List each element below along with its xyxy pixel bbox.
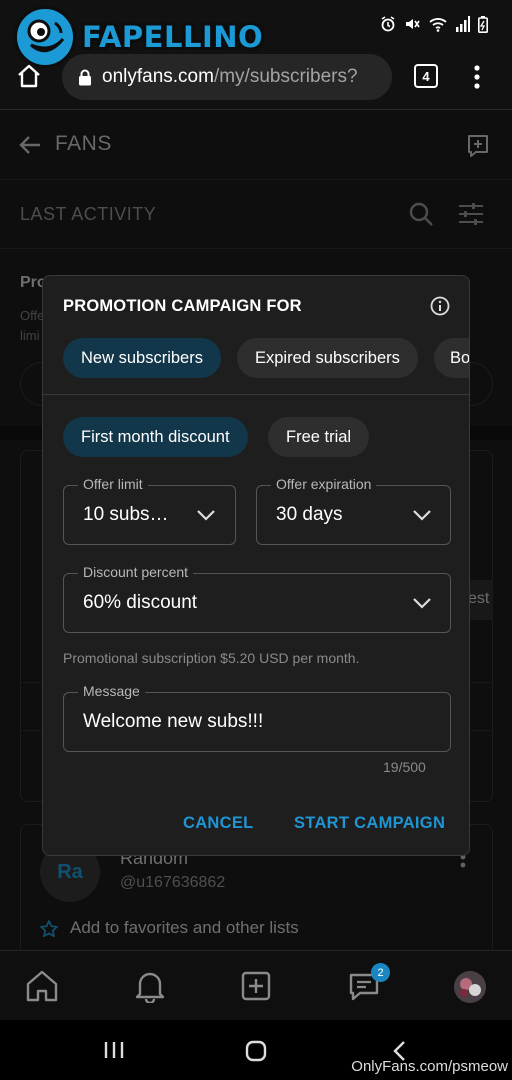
chip-expired-subscribers[interactable]: Expired subscribers — [237, 338, 418, 378]
start-campaign-button[interactable]: START CAMPAIGN — [294, 814, 445, 833]
mute-icon — [406, 19, 420, 29]
message-field[interactable]: Message Welcome new subs!!! — [63, 683, 451, 752]
chip-first-month-discount[interactable]: First month discount — [63, 417, 248, 457]
watermark-text: OnlyFans.com/psmeow — [351, 1058, 508, 1075]
message-value: Welcome new subs!!! — [83, 711, 264, 732]
lock-icon — [79, 69, 91, 85]
offer-limit-label: Offer limit — [78, 476, 148, 492]
notifications-icon[interactable] — [134, 969, 166, 1003]
chip-both[interactable]: Bo — [434, 338, 469, 378]
chevron-down-icon — [413, 510, 431, 521]
url-text: onlyfans.com/my/subscribers? — [102, 66, 358, 88]
chevron-down-icon — [413, 598, 431, 609]
url-domain: onlyfans.com — [102, 66, 214, 87]
offer-limit-value: 10 subs… — [83, 504, 169, 525]
system-status-icons — [380, 12, 488, 36]
more-options-icon[interactable] — [474, 65, 480, 89]
logo-face-icon — [14, 6, 76, 68]
logo-text: FAPELLINO — [82, 20, 264, 54]
dialog-divider — [43, 394, 469, 395]
discount-percent-select[interactable]: Discount percent 60% discount — [63, 564, 451, 633]
chevron-down-icon — [197, 510, 215, 521]
offer-expiration-label: Offer expiration — [271, 476, 377, 492]
bottom-navigation: 2 — [0, 950, 512, 1020]
offer-limit-select[interactable]: Offer limit 10 subs… — [63, 476, 236, 545]
system-navigation-bar: OnlyFans.com/psmeow — [0, 1020, 512, 1080]
dialog-title: PROMOTION CAMPAIGN FOR — [63, 297, 302, 315]
info-icon[interactable] — [430, 296, 450, 316]
home-nav-icon[interactable] — [25, 969, 59, 1003]
chip-free-trial[interactable]: Free trial — [268, 417, 370, 457]
promotion-campaign-dialog: PROMOTION CAMPAIGN FOR New subscribers E… — [42, 275, 470, 856]
discount-percent-value: 60% discount — [83, 592, 198, 613]
add-post-icon[interactable] — [241, 971, 271, 1001]
discount-percent-label: Discount percent — [78, 564, 194, 580]
recent-apps-icon[interactable] — [104, 1040, 124, 1060]
character-counter: 19/500 — [383, 759, 426, 775]
signal-icon — [456, 16, 470, 32]
alarm-icon — [381, 16, 395, 32]
promo-price-helper: Promotional subscription $5.20 USD per m… — [63, 650, 360, 666]
messages-badge: 2 — [371, 963, 390, 982]
battery-icon — [478, 15, 488, 33]
chip-new-subscribers[interactable]: New subscribers — [63, 338, 221, 378]
wifi-icon — [429, 18, 447, 32]
offer-expiration-select[interactable]: Offer expiration 30 days — [256, 476, 451, 545]
url-path: /my/subscribers? — [213, 66, 358, 87]
home-button-icon[interactable] — [245, 1040, 267, 1062]
profile-avatar[interactable] — [454, 971, 486, 1003]
message-label: Message — [78, 683, 145, 699]
fapellino-logo: FAPELLINO — [14, 6, 264, 68]
offer-expiration-value: 30 days — [276, 504, 343, 525]
tab-switcher-button[interactable]: 4 — [414, 64, 438, 88]
cancel-button[interactable]: CANCEL — [183, 814, 254, 833]
